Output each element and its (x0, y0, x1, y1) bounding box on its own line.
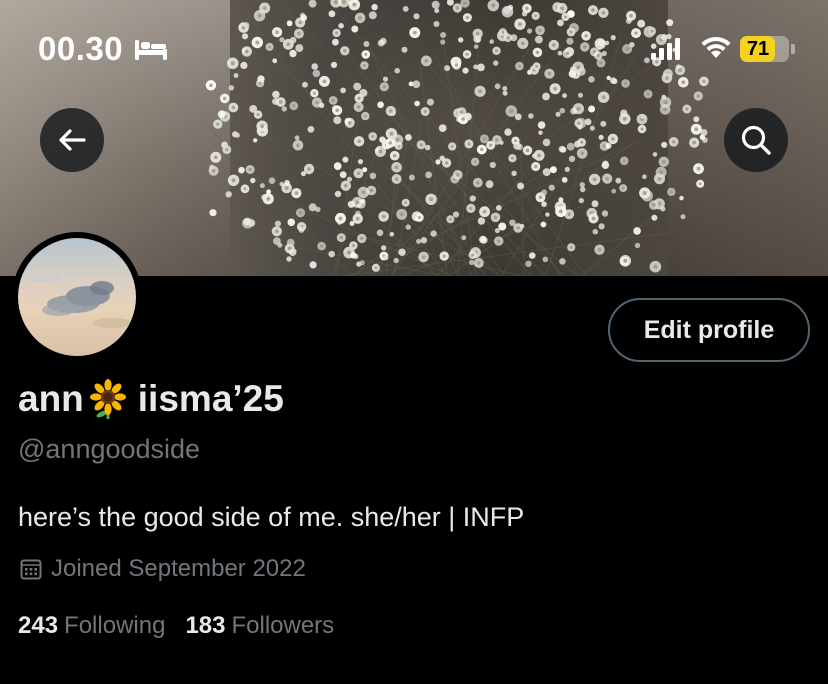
followers-label: Followers (231, 612, 335, 639)
avatar-image (18, 238, 136, 356)
follow-stats: 243 Following 183 Followers (18, 612, 334, 640)
search-icon (741, 125, 771, 155)
wifi-icon (699, 34, 733, 65)
username-handle: @anngoodside (18, 434, 201, 464)
back-button[interactable] (40, 108, 104, 172)
joined-text: Joined September 2022 (51, 555, 306, 582)
following-label: Following (64, 612, 166, 639)
followers-count: 183 (185, 612, 226, 639)
status-time: 00.30 (38, 30, 124, 67)
followers-link[interactable]: 183 Followers (185, 612, 334, 640)
following-link[interactable]: 243 Following (18, 612, 165, 640)
calendar-icon (20, 558, 42, 580)
cellular-signal-icon (651, 38, 683, 65)
battery-tip (791, 44, 795, 54)
sunflower-emoji-icon (89, 379, 126, 419)
search-button[interactable] (724, 108, 788, 172)
profile-bio: here’s the good side of me. she/her | IN… (18, 502, 525, 532)
profile-page: 00.30 71 Edit profile ann iisma’25 @anng… (0, 0, 828, 684)
following-count: 243 (18, 612, 59, 639)
battery-indicator: 71 (740, 36, 789, 62)
display-name-text: ann (18, 378, 84, 419)
battery-level: 71 (746, 38, 770, 60)
joined-date: Joined September 2022 (20, 555, 306, 583)
bed-icon (134, 37, 168, 66)
cloud-sky-graphic (25, 274, 133, 328)
edit-profile-button[interactable]: Edit profile (608, 298, 810, 362)
display-name-suffix: iisma’25 (137, 378, 284, 419)
avatar[interactable] (12, 232, 142, 362)
arrow-left-icon (59, 129, 86, 151)
display-name: ann iisma’25 (18, 378, 284, 420)
